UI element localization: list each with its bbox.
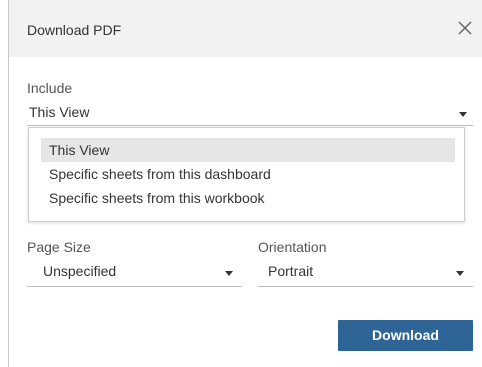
include-select-value: This View	[29, 104, 90, 120]
page-size-select[interactable]: Unspecified	[27, 263, 242, 287]
chevron-down-icon	[459, 112, 467, 117]
orientation-value: Portrait	[268, 263, 314, 279]
dialog-header: Download PDF	[9, 0, 482, 57]
include-label: Include	[27, 80, 73, 96]
dialog-title: Download PDF	[27, 22, 122, 38]
chevron-down-icon	[225, 271, 233, 276]
orientation-select[interactable]: Portrait	[258, 263, 473, 287]
include-select[interactable]: This View	[27, 104, 473, 126]
page-size-value: Unspecified	[43, 263, 117, 279]
download-button[interactable]: Download	[338, 320, 473, 351]
include-option-workbook-sheets[interactable]: Specific sheets from this workbook	[41, 186, 455, 210]
orientation-label: Orientation	[258, 239, 327, 255]
chevron-down-icon	[456, 271, 464, 276]
page-size-label: Page Size	[27, 239, 91, 255]
include-option-dashboard-sheets[interactable]: Specific sheets from this dashboard	[41, 162, 455, 186]
include-option-this-view[interactable]: This View	[41, 138, 455, 162]
close-icon[interactable]	[457, 20, 473, 36]
include-dropdown-menu: This View Specific sheets from this dash…	[28, 127, 465, 222]
